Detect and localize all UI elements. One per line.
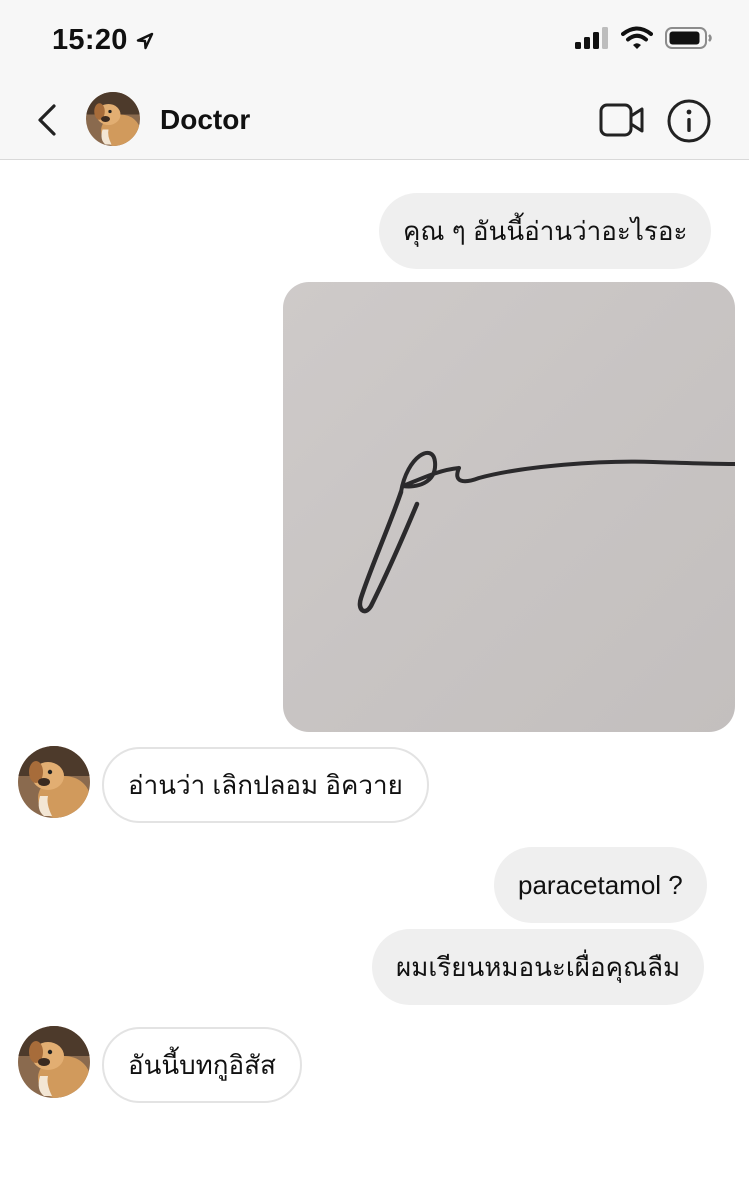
signature-photo-message[interactable] — [283, 282, 735, 732]
contact-avatar[interactable] — [86, 92, 140, 146]
info-icon — [667, 99, 711, 143]
battery-icon — [665, 27, 712, 49]
message-bubble-incoming[interactable]: อันนี้บทกูอิสัส — [102, 1027, 302, 1103]
chat-header: Doctor — [0, 82, 749, 160]
dog-avatar-icon — [86, 92, 140, 146]
message-text: อ่านว่า เลิกปลอม อิควาย — [128, 770, 403, 800]
message-bubble-outgoing[interactable]: ผมเรียนหมอนะเผื่อคุณลืม — [372, 929, 705, 1005]
message-bubble-outgoing[interactable]: คุณ ๆ อันนี้อ่านว่าอะไรอะ — [379, 193, 712, 269]
message-bubble-outgoing[interactable]: paracetamol ? — [494, 847, 707, 923]
signal-icon — [575, 27, 608, 49]
message-text: คุณ ๆ อันนี้อ่านว่าอะไรอะ — [403, 216, 688, 246]
back-chevron-icon — [38, 104, 56, 136]
message-text: ผมเรียนหมอนะเผื่อคุณลืม — [396, 952, 681, 982]
sender-avatar[interactable] — [18, 746, 90, 818]
location-arrow-icon — [136, 32, 153, 49]
chat-screen: 15:20 Doctor คุณ ๆ อันนี้อ่านว่าอะไรอะ อ… — [0, 0, 749, 1200]
status-indicators — [575, 26, 713, 50]
signature-photo — [283, 282, 735, 732]
video-call-icon — [599, 103, 644, 137]
message-text: อันนี้บทกูอิสัส — [128, 1050, 276, 1080]
sender-avatar[interactable] — [18, 1026, 90, 1098]
contact-name[interactable]: Doctor — [160, 104, 250, 136]
info-button[interactable] — [666, 98, 712, 144]
back-button[interactable] — [30, 102, 66, 138]
status-time-group: 15:20 — [52, 24, 154, 57]
dog-avatar-icon — [18, 1026, 90, 1098]
wifi-icon — [621, 26, 653, 49]
dog-avatar-icon — [18, 746, 90, 818]
status-bar: 15:20 — [0, 0, 749, 82]
message-text: paracetamol ? — [518, 870, 683, 900]
video-call-button[interactable] — [598, 100, 646, 140]
status-time: 15:20 — [52, 24, 128, 56]
message-bubble-incoming[interactable]: อ่านว่า เลิกปลอม อิควาย — [102, 747, 429, 823]
